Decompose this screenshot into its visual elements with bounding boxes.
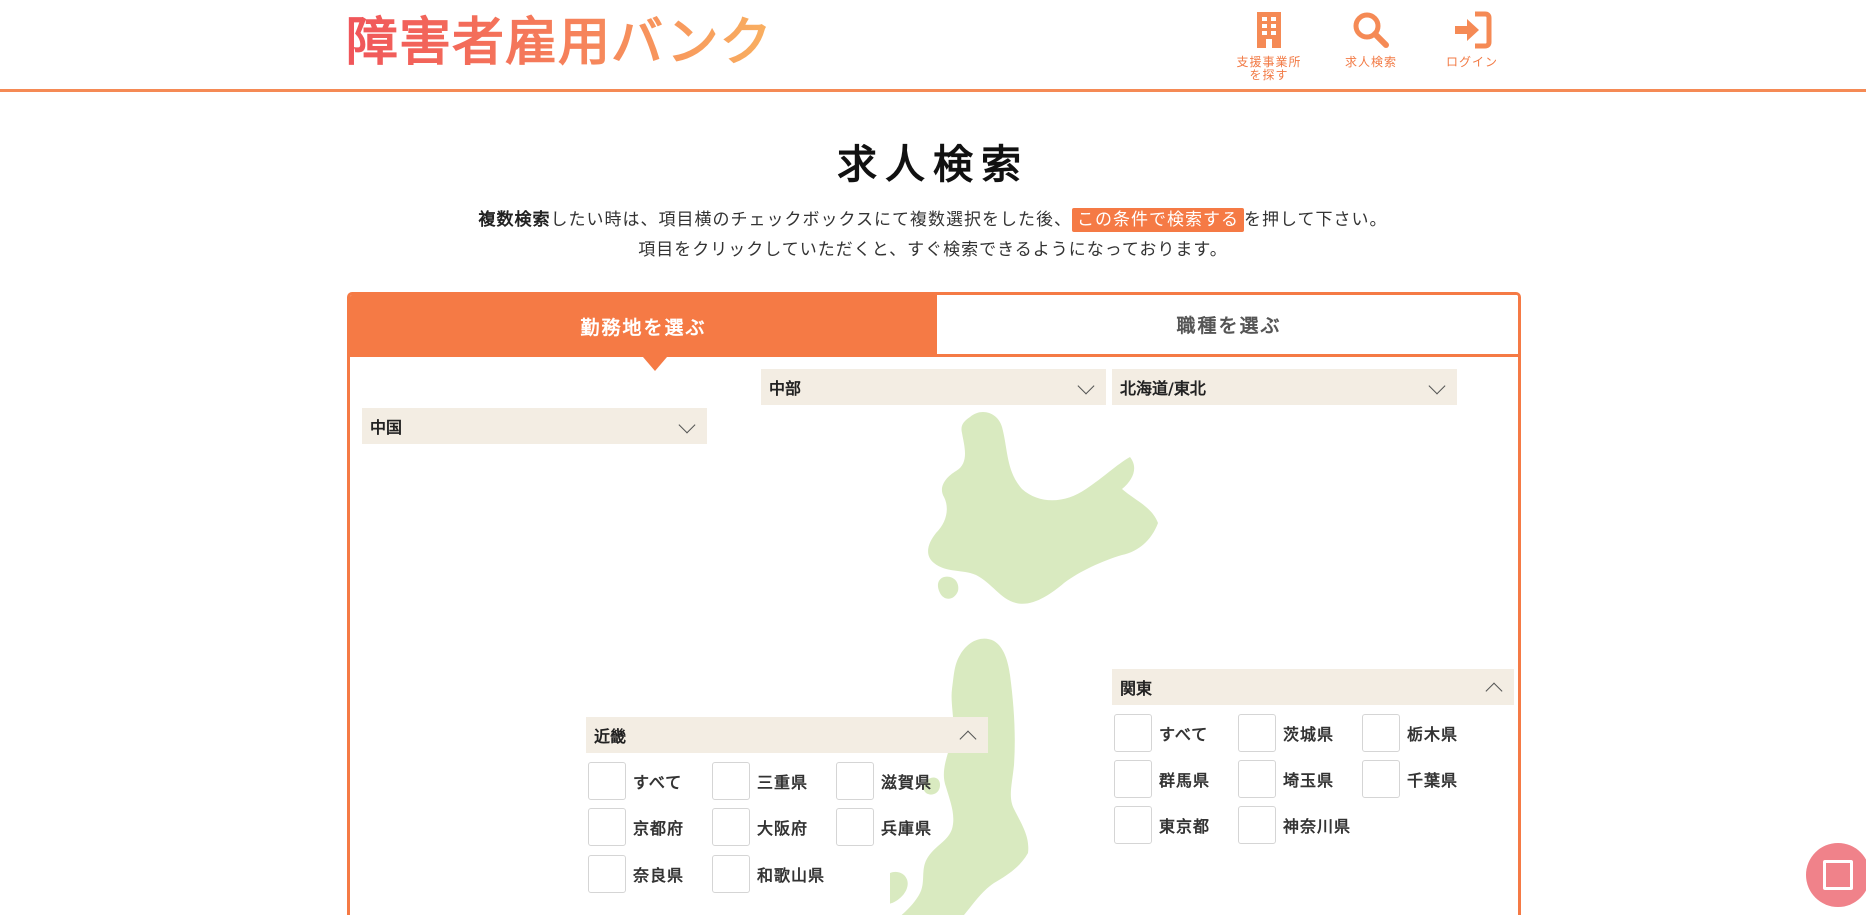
intro-bold: 複数検索 — [478, 210, 551, 230]
chevron-down-icon — [1428, 377, 1446, 395]
pref-kanagawa[interactable]: 神奈川県 — [1238, 805, 1351, 845]
page-title: 求人検索 — [837, 142, 1029, 188]
pref-wakayama[interactable]: 和歌山県 — [712, 854, 825, 894]
region-label: 近畿 — [594, 727, 627, 746]
logo-text: 障害者雇用バンク — [346, 13, 773, 73]
checkbox[interactable] — [712, 855, 750, 893]
search-icon — [1353, 12, 1389, 48]
nav-find-support-office[interactable]: 支援事業所 を探す — [1224, 0, 1314, 81]
region-chugoku[interactable]: 中国 — [362, 408, 707, 444]
chevron-up-icon — [959, 730, 977, 748]
pref-osaka[interactable]: 大阪府 — [712, 807, 808, 847]
login-icon — [1455, 11, 1492, 49]
nav-job-search[interactable]: 求人検索 — [1326, 0, 1416, 68]
pref-kanto-all[interactable]: すべて — [1114, 713, 1208, 753]
checkbox[interactable] — [1238, 714, 1276, 752]
intro-text-end: を押して下さい。 — [1244, 210, 1388, 230]
tab-job-type[interactable]: 職種を選ぶ — [937, 295, 1518, 357]
checkbox[interactable] — [1362, 760, 1400, 798]
site-logo[interactable]: 障害者雇用バンク — [346, 14, 773, 72]
pref-tochigi[interactable]: 栃木県 — [1362, 713, 1458, 753]
nav-login[interactable]: ログイン — [1427, 0, 1517, 68]
active-tab-pointer — [643, 357, 667, 371]
floating-action-button[interactable] — [1806, 843, 1866, 907]
pref-chiba[interactable]: 千葉県 — [1362, 759, 1458, 799]
checkbox[interactable] — [588, 855, 626, 893]
pref-gunma[interactable]: 群馬県 — [1114, 759, 1210, 799]
checkbox[interactable] — [1238, 806, 1276, 844]
checkbox[interactable] — [1114, 806, 1152, 844]
checkbox[interactable] — [588, 762, 626, 800]
pref-tokyo[interactable]: 東京都 — [1114, 805, 1210, 845]
checkbox[interactable] — [1362, 714, 1400, 752]
nav-label: ログイン — [1445, 55, 1498, 69]
region-label: 中国 — [370, 418, 403, 437]
checkbox[interactable] — [1238, 760, 1276, 798]
chevron-up-icon — [1485, 682, 1503, 700]
chevron-down-icon — [1077, 377, 1095, 395]
intro-highlight: この条件で検索する — [1072, 208, 1244, 232]
checkbox[interactable] — [712, 808, 750, 846]
region-hokkaido-tohoku[interactable]: 北海道/東北 — [1112, 369, 1457, 405]
checkbox[interactable] — [1114, 760, 1152, 798]
pref-kyoto[interactable]: 京都府 — [588, 807, 684, 847]
nav-label: 支援事業所 を探す — [1236, 55, 1302, 82]
search-panel: 勤務地を選ぶ 職種を選ぶ 中部 北海道/東北 中国 関東 すべて 茨城県 栃木県… — [347, 292, 1521, 915]
tab-work-location[interactable]: 勤務地を選ぶ — [350, 295, 937, 357]
region-kanto[interactable]: 関東 — [1112, 669, 1514, 705]
region-label: 北海道/東北 — [1120, 379, 1206, 398]
pref-mie[interactable]: 三重県 — [712, 761, 808, 801]
intro-line-2: 項目をクリックしていただくと、すぐ検索できるようになっております。 — [638, 240, 1228, 260]
checkbox[interactable] — [836, 762, 874, 800]
region-chubu[interactable]: 中部 — [761, 369, 1106, 405]
region-label: 中部 — [769, 379, 802, 398]
building-icon — [1257, 12, 1281, 48]
checkbox[interactable] — [1114, 714, 1152, 752]
pref-shiga[interactable]: 滋賀県 — [836, 761, 932, 801]
region-kinki[interactable]: 近畿 — [586, 717, 988, 753]
pref-ibaraki[interactable]: 茨城県 — [1238, 713, 1334, 753]
checkbox[interactable] — [712, 762, 750, 800]
site-header: 障害者雇用バンク 支援事業所 を探す 求人検索 ログイン — [0, 0, 1866, 92]
pref-hyogo[interactable]: 兵庫県 — [836, 807, 932, 847]
square-icon — [1823, 860, 1853, 890]
nav-label: 求人検索 — [1344, 55, 1397, 69]
pref-kinki-all[interactable]: すべて — [588, 761, 682, 801]
pref-nara[interactable]: 奈良県 — [588, 854, 684, 894]
checkbox[interactable] — [836, 808, 874, 846]
checkbox[interactable] — [588, 808, 626, 846]
region-label: 関東 — [1120, 679, 1153, 698]
chevron-down-icon — [678, 416, 696, 434]
intro-line-1: 複数検索したい時は、項目横のチェックボックスにて複数選択をした後、 この条件で検索… — [0, 206, 1866, 234]
pref-saitama[interactable]: 埼玉県 — [1238, 759, 1334, 799]
intro-text: したい時は、項目横のチェックボックスにて複数選択をした後、 — [550, 210, 1072, 230]
